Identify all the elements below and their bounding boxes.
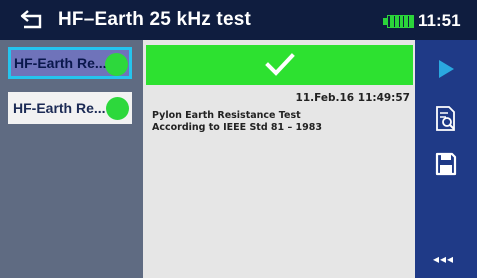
clock: 11:51 (418, 11, 461, 30)
checkmark-icon (264, 53, 295, 76)
test-description: Pylon Earth Resistance Test According to… (152, 110, 322, 134)
header-bar: HF–Earth 25 kHz test 11:51 (0, 0, 477, 40)
pass-status-icon (105, 53, 128, 76)
list-item[interactable]: HF-Earth Re... (8, 92, 132, 124)
battery-icon (387, 15, 414, 28)
description-line: According to IEEE Std 81 – 1983 (152, 122, 322, 133)
test-datetime: 11.Feb.16 11:49:57 (295, 92, 410, 104)
list-item-label: HF-Earth Re... (14, 55, 107, 71)
list-item-selected[interactable]: HF-Earth Re... (8, 47, 132, 79)
result-detail-panel: 11.Feb.16 11:49:57 Pylon Earth Resistanc… (143, 40, 415, 278)
play-icon (439, 60, 454, 78)
save-icon (435, 152, 457, 176)
start-button[interactable] (415, 54, 477, 84)
back-arrow-icon[interactable] (20, 9, 44, 29)
save-button[interactable] (415, 147, 477, 181)
list-item-label: HF-Earth Re... (13, 100, 106, 116)
more-icon[interactable]: ◂◂◂ (433, 252, 454, 266)
view-details-button[interactable] (415, 102, 477, 136)
view-details-icon (436, 106, 455, 131)
test-list-panel: HF-Earth Re... HF-Earth Re... (0, 40, 143, 278)
right-toolbar: ◂◂◂ (415, 40, 477, 278)
description-line: Pylon Earth Resistance Test (152, 110, 301, 121)
pass-result-banner (146, 45, 413, 85)
page-title: HF–Earth 25 kHz test (58, 9, 252, 30)
pass-status-icon (106, 97, 129, 120)
